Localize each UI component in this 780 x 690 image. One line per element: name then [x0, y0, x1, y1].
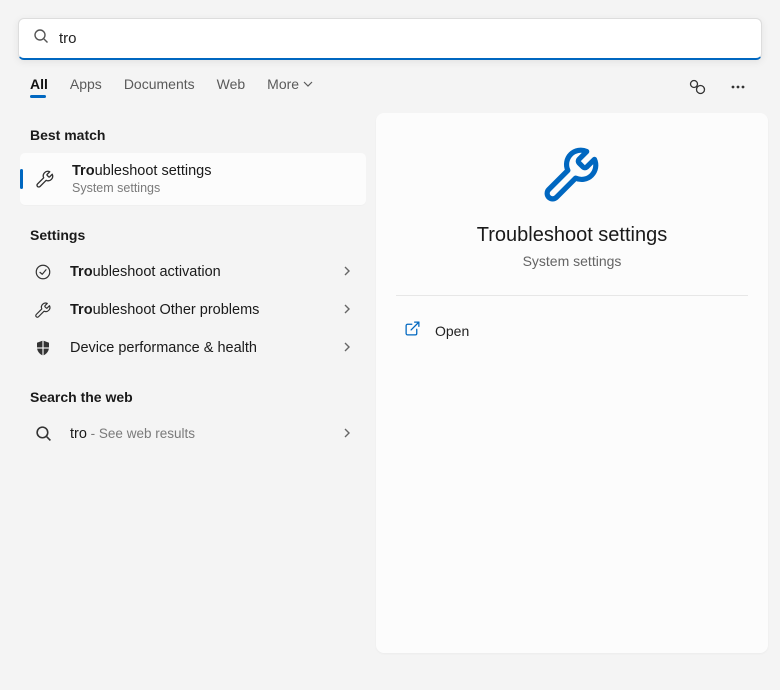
settings-result-label: Troubleshoot activation [70, 264, 326, 280]
settings-result[interactable]: Troubleshoot Other problems [20, 291, 366, 329]
search-icon [33, 28, 49, 49]
preview-subtitle: System settings [396, 253, 748, 269]
chevron-right-icon [342, 265, 352, 279]
chevron-right-icon [342, 341, 352, 355]
chevron-right-icon [342, 427, 352, 441]
wrench-icon [32, 301, 54, 319]
best-match-result[interactable]: Troubleshoot settings System settings [20, 153, 366, 205]
preview-title: Troubleshoot settings [396, 224, 748, 247]
section-settings: Settings [30, 227, 366, 243]
chevron-right-icon [342, 303, 352, 317]
search-icon [32, 425, 54, 442]
wrench-icon [396, 143, 748, 210]
best-match-subtitle: System settings [72, 181, 211, 195]
chat-icon[interactable] [684, 74, 710, 105]
section-best-match: Best match [30, 127, 366, 143]
settings-result[interactable]: Troubleshoot activation [20, 253, 366, 291]
filter-tab-more[interactable]: More [267, 76, 313, 104]
preview-action-open[interactable]: Open [396, 314, 748, 348]
section-search-web: Search the web [30, 389, 366, 405]
settings-result[interactable]: Device performance & health [20, 329, 366, 367]
filter-tab-more-label: More [267, 76, 299, 92]
settings-result-label: Troubleshoot Other problems [70, 302, 326, 318]
preview-action-open-label: Open [435, 323, 469, 339]
filter-tab-web[interactable]: Web [217, 76, 246, 104]
preview-panel: Troubleshoot settings System settings Op… [376, 113, 768, 653]
filter-tab-all[interactable]: All [30, 76, 48, 104]
web-result-label: tro - See web results [70, 426, 326, 442]
filter-tab-documents[interactable]: Documents [124, 76, 195, 104]
check-circle-icon [32, 263, 54, 281]
web-result[interactable]: tro - See web results [20, 415, 366, 452]
shield-icon [32, 339, 54, 357]
chevron-down-icon [303, 79, 313, 89]
search-input[interactable] [59, 30, 747, 47]
settings-result-label: Device performance & health [70, 340, 326, 356]
wrench-icon [32, 169, 58, 189]
filter-tab-apps[interactable]: Apps [70, 76, 102, 104]
filter-tabs: All Apps Documents Web More [30, 76, 313, 104]
more-options-icon[interactable] [726, 75, 750, 104]
best-match-title: Troubleshoot settings [72, 163, 211, 179]
search-box[interactable] [18, 18, 762, 60]
open-icon [404, 320, 421, 342]
